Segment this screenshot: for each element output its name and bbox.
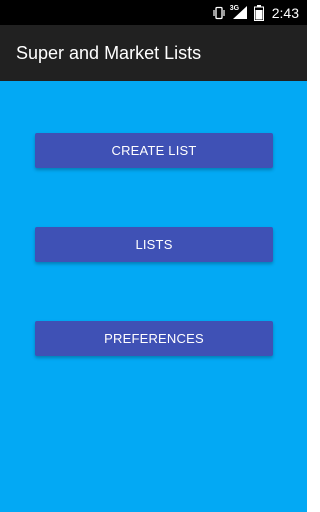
app-title: Super and Market Lists bbox=[16, 42, 202, 63]
lists-button[interactable]: LISTS bbox=[35, 227, 273, 262]
create-list-button[interactable]: CREATE LIST bbox=[35, 133, 273, 168]
app-bar: Super and Market Lists bbox=[0, 25, 307, 81]
status-time: 2:43 bbox=[271, 4, 299, 21]
preferences-button[interactable]: PREFERENCES bbox=[35, 321, 273, 356]
network-type-label: 3G bbox=[229, 5, 240, 12]
app-screen: 3G 2:43 Super and Market Lists CREATE LI… bbox=[0, 0, 307, 512]
status-bar: 3G 2:43 bbox=[0, 0, 307, 25]
status-icons: 3G 2:43 bbox=[212, 0, 299, 25]
battery-icon bbox=[253, 4, 264, 21]
vibrate-icon bbox=[212, 6, 226, 20]
network-signal-icon: 3G bbox=[229, 5, 248, 20]
